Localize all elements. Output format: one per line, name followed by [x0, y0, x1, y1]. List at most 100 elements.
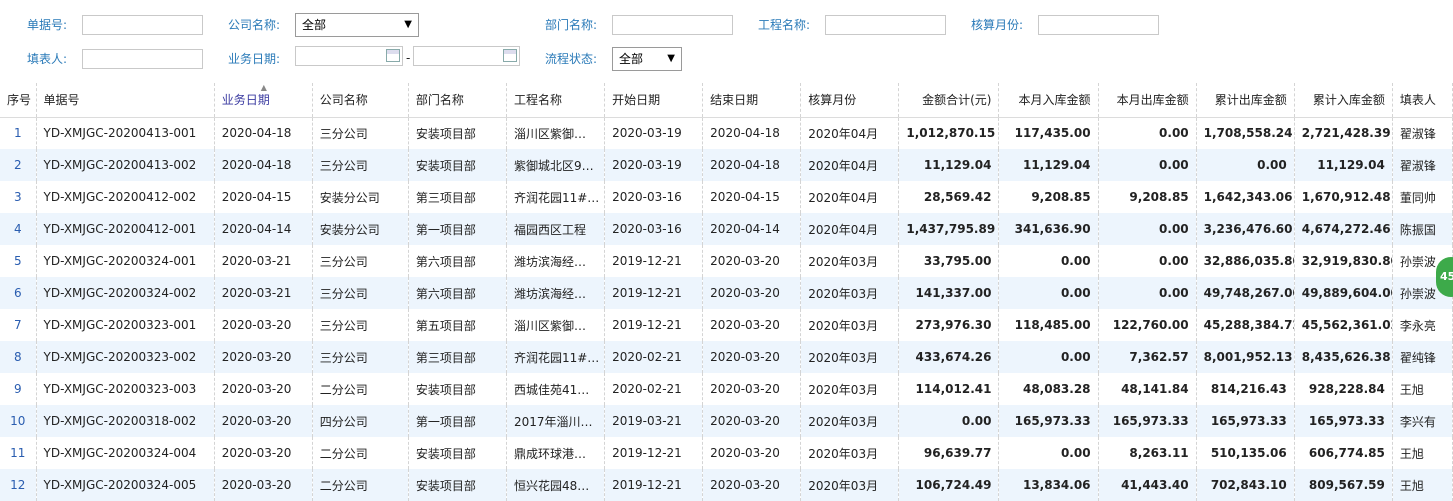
table-cell: 2020-03-20 — [214, 405, 313, 437]
table-cell: YD-XMJGC-20200324-001 — [36, 245, 215, 277]
table-cell: 0.00 — [998, 245, 1099, 277]
table-cell: 陈振国 — [1392, 213, 1453, 245]
company-select[interactable]: 全部 ▼ — [295, 13, 419, 37]
table-row[interactable]: 3 YD-XMJGC-20200412-002 2020-04-15 安装分公司 第三项… — [0, 181, 1453, 213]
table-cell: 702,843.10 — [1196, 469, 1295, 501]
column-header[interactable]: 序号 — [0, 83, 37, 118]
table-cell: 2020年04月 — [800, 149, 900, 181]
column-header[interactable]: 核算月份 — [800, 83, 900, 118]
table-cell: 2020年03月 — [800, 309, 900, 341]
table-cell: 2020-03-20 — [702, 245, 802, 277]
column-header[interactable]: 结束日期 — [702, 83, 802, 118]
table-cell: 2020-04-18 — [702, 117, 802, 149]
table-cell: 2020-03-19 — [604, 117, 704, 149]
status-select[interactable]: 全部 ▼ — [612, 47, 682, 71]
table-cell: 第五项目部 — [408, 309, 507, 341]
table-row[interactable]: 6 YD-XMJGC-20200324-002 2020-03-21 三分公司 第六项目… — [0, 277, 1453, 309]
floating-badge[interactable]: 45 — [1436, 257, 1453, 297]
table-cell: 273,976.30 — [898, 309, 1000, 341]
table-cell: 8,001,952.13 — [1196, 341, 1295, 373]
table-cell: 122,760.00 — [1098, 309, 1197, 341]
table-row[interactable]: 9 YD-XMJGC-20200323-003 2020-03-20 二分公司 安装项目… — [0, 373, 1453, 405]
column-header[interactable]: 部门名称 — [408, 83, 507, 118]
table-row[interactable]: 7 YD-XMJGC-20200323-001 2020-03-20 三分公司 第五项目… — [0, 309, 1453, 341]
table-cell: 二分公司 — [312, 469, 409, 501]
table-cell: 2020-03-16 — [604, 213, 704, 245]
table-cell: 2020-03-19 — [604, 149, 704, 181]
column-header[interactable]: 累计出库金额 — [1196, 83, 1295, 118]
table-cell: 第一项目部 — [408, 405, 507, 437]
row-index[interactable]: 3 — [0, 181, 37, 213]
column-header[interactable]: 填表人 — [1392, 83, 1453, 118]
table-row[interactable]: 12 YD-XMJGC-20200324-005 2020-03-20 二分公司 安装项… — [0, 469, 1453, 501]
bizdate-start-input[interactable] — [295, 46, 403, 66]
column-header[interactable]: 工程名称 — [506, 83, 606, 118]
doc-no-input[interactable] — [82, 15, 203, 35]
bizdate-end-input[interactable] — [413, 46, 520, 66]
status-select-value: 全部 — [619, 52, 644, 66]
column-header[interactable]: 业务日期 ▲ — [214, 83, 313, 118]
column-header[interactable]: 公司名称 — [312, 83, 409, 118]
calendar-icon[interactable] — [386, 49, 400, 62]
column-header[interactable]: 开始日期 — [604, 83, 704, 118]
row-index[interactable]: 1 — [0, 117, 37, 149]
column-header[interactable]: 累计入库金额 — [1294, 83, 1393, 118]
table-cell: 0.00 — [1098, 149, 1197, 181]
column-header[interactable]: 单据号 — [36, 83, 215, 118]
table-cell: 0.00 — [998, 437, 1099, 469]
table-cell: 1,012,870.15 — [898, 117, 1000, 149]
table-row[interactable]: 5 YD-XMJGC-20200324-001 2020-03-21 三分公司 第六项目… — [0, 245, 1453, 277]
column-header[interactable]: 本月出库金额 — [1098, 83, 1197, 118]
table-cell: 第一项目部 — [408, 213, 507, 245]
table-cell: 齐润花园11#… — [506, 341, 606, 373]
table-row[interactable]: 10 YD-XMJGC-20200318-002 2020-03-20 四分公司 第一项… — [0, 405, 1453, 437]
table-cell: 0.00 — [1098, 245, 1197, 277]
table-row[interactable]: 4 YD-XMJGC-20200412-001 2020-04-14 安装分公司 第一项… — [0, 213, 1453, 245]
table-cell: 33,795.00 — [898, 245, 1000, 277]
table-cell: 96,639.77 — [898, 437, 1000, 469]
table-cell: 2020-03-20 — [214, 309, 313, 341]
table-cell: 2020年03月 — [800, 373, 900, 405]
row-index[interactable]: 6 — [0, 277, 37, 309]
row-index[interactable]: 7 — [0, 309, 37, 341]
project-input[interactable] — [825, 15, 946, 35]
row-index[interactable]: 2 — [0, 149, 37, 181]
row-index[interactable]: 4 — [0, 213, 37, 245]
table-cell: 0.00 — [998, 341, 1099, 373]
row-index[interactable]: 11 — [0, 437, 37, 469]
sort-icon[interactable]: ▲ — [261, 83, 267, 92]
row-index[interactable]: 12 — [0, 469, 37, 501]
row-index[interactable]: 10 — [0, 405, 37, 437]
header-row: 序号 单据号 业务日期 ▲ 公司名称 部门名称 工程名称 开始日期 结束日期 核算月份 金额合计(元… — [0, 83, 1453, 118]
table-cell: 李永亮 — [1392, 309, 1453, 341]
calendar-icon[interactable] — [503, 49, 517, 62]
table-cell: 45,288,384.72 — [1196, 309, 1295, 341]
table-cell: 809,567.59 — [1294, 469, 1393, 501]
column-header[interactable]: 金额合计(元) — [898, 83, 1000, 118]
row-index[interactable]: 9 — [0, 373, 37, 405]
table-cell: 2020年03月 — [800, 341, 900, 373]
table-cell: 2019-12-21 — [604, 245, 704, 277]
table-cell: 9,208.85 — [1098, 181, 1197, 213]
table-cell: 四分公司 — [312, 405, 409, 437]
row-index[interactable]: 8 — [0, 341, 37, 373]
table-row[interactable]: 2 YD-XMJGC-20200413-002 2020-04-18 三分公司 安装项目… — [0, 149, 1453, 181]
table-cell: 2020-03-20 — [702, 437, 802, 469]
row-index[interactable]: 5 — [0, 245, 37, 277]
dept-input[interactable] — [612, 15, 733, 35]
table-cell: 2020年03月 — [800, 245, 900, 277]
table-row[interactable]: 8 YD-XMJGC-20200323-002 2020-03-20 三分公司 第三项目… — [0, 341, 1453, 373]
creator-input[interactable] — [82, 49, 203, 69]
table-cell: 165,973.33 — [998, 405, 1099, 437]
table-cell: 潍坊滨海经… — [506, 277, 606, 309]
table-cell: 2020年03月 — [800, 405, 900, 437]
table-cell: 2020-03-20 — [214, 437, 313, 469]
table-cell: 二分公司 — [312, 373, 409, 405]
table-row[interactable]: 11 YD-XMJGC-20200324-004 2020-03-20 二分公司 安装项… — [0, 437, 1453, 469]
table-cell: 安装项目部 — [408, 149, 507, 181]
table-cell: 三分公司 — [312, 149, 409, 181]
column-header[interactable]: 本月入库金额 — [998, 83, 1099, 118]
month-input[interactable] — [1038, 15, 1159, 35]
table-row[interactable]: 1 YD-XMJGC-20200413-001 2020-04-18 三分公司 安装项目… — [0, 117, 1453, 149]
table-cell: 2020年03月 — [800, 437, 900, 469]
